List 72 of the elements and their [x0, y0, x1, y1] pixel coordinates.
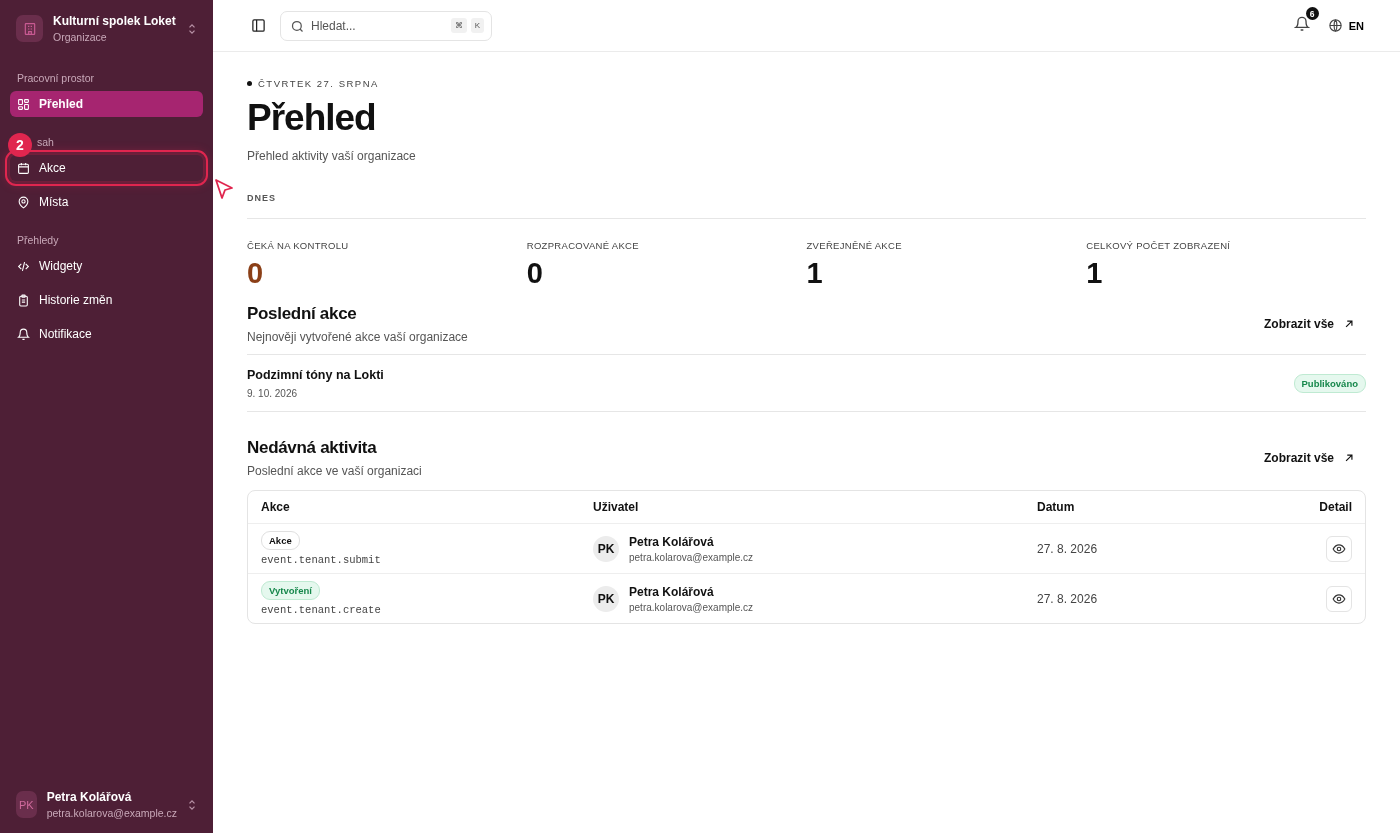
column-header: Akce	[261, 500, 291, 514]
sidebar-item[interactable]: Notifikace	[10, 321, 203, 347]
status-tag: Publikováno	[1293, 374, 1366, 393]
globe-icon	[1327, 18, 1343, 33]
stat-value: 1	[806, 257, 824, 290]
building-icon	[16, 15, 43, 42]
code-icon	[17, 259, 30, 273]
chevron-updown-icon[interactable]	[187, 797, 197, 812]
user-email: petra.kolarova@example.cz	[46, 807, 177, 819]
section-label: sah	[37, 136, 54, 148]
stat-label: CELKOVÝ POČET ZOBRAZENÍ	[1086, 240, 1232, 251]
dot-icon	[247, 81, 252, 86]
action-tag: Akce	[261, 531, 300, 550]
organization-type: Organizace	[53, 31, 108, 43]
bell-icon	[1293, 16, 1310, 32]
eye-icon	[1332, 541, 1346, 556]
section-title: Poslední akce	[247, 304, 358, 324]
view-detail-button[interactable]	[1326, 535, 1352, 562]
step-badge: 2	[8, 133, 32, 157]
bell-icon	[17, 327, 30, 341]
stat-value: 0	[526, 257, 544, 290]
stat-label: ZVEŘEJNĚNÉ AKCE	[806, 240, 903, 251]
section-subtitle: Poslední akce ve vaší organizaci	[247, 464, 422, 478]
user-name: Petra Kolářová	[629, 534, 715, 549]
user-avatar: PK	[593, 585, 619, 612]
sidebar-item[interactable]: Widgety	[10, 253, 203, 279]
section-subtitle: Nejnověji vytvořené akce vaší organizace	[247, 330, 468, 344]
clipboard-icon	[17, 293, 30, 307]
event-code: event.tenant.submit	[261, 554, 382, 566]
language-button[interactable]: EN	[1325, 16, 1366, 35]
section-label: Pracovní prostor	[16, 72, 95, 84]
column-header: Detail	[1319, 500, 1352, 514]
sidebar-item[interactable]: Historie změn	[10, 287, 203, 313]
grid-icon	[17, 97, 30, 111]
view-detail-button[interactable]	[1326, 585, 1352, 612]
action-tag: Vytvoření	[261, 581, 320, 600]
user-avatar: PK	[16, 791, 37, 818]
date-cell-text: 27. 8. 2026	[1037, 591, 1099, 606]
user-email: petra.kolarova@example.cz	[629, 551, 754, 563]
notification-count: 6	[1305, 7, 1319, 20]
event-name[interactable]: Podzimní tóny na Lokti	[247, 368, 384, 382]
stat-value: 0	[247, 257, 265, 290]
user-avatar: PK	[593, 535, 619, 562]
column-header: Uživatel	[593, 500, 640, 514]
eye-icon	[1332, 591, 1346, 606]
sidebar-item[interactable]: Místa	[10, 189, 203, 215]
sidebar-item[interactable]: Akce	[10, 155, 203, 181]
user-name: Petra Kolářová	[629, 584, 715, 599]
page-title: Přehled	[247, 97, 377, 139]
stat-label: ROZPRACOVANÉ AKCE	[526, 240, 640, 251]
section-label: Přehledy	[16, 234, 59, 246]
date-label: ČTVRTEK 27. SRPNA	[258, 78, 379, 89]
stat-label: ČEKÁ NA KONTROLU	[247, 240, 350, 251]
user-email: petra.kolarova@example.cz	[629, 601, 754, 613]
section-title: Nedávná aktivita	[247, 438, 378, 458]
sidebar-toggle-icon[interactable]	[251, 18, 266, 33]
column-header: Datum	[1037, 500, 1076, 514]
date-cell-text: 27. 8. 2026	[1037, 541, 1099, 556]
sidebar-item[interactable]: Přehled	[10, 91, 203, 117]
view-all-link[interactable]: Zobrazit vše	[1253, 447, 1366, 469]
stat-value: 1	[1086, 257, 1104, 290]
chevron-updown-icon[interactable]	[187, 21, 197, 36]
search-icon	[290, 18, 305, 34]
page-subtitle: Přehled aktivity vaší organizace	[247, 149, 417, 163]
map-pin-icon	[17, 195, 30, 209]
section-label: DNES	[247, 193, 277, 203]
calendar-icon	[17, 161, 30, 175]
event-date: 9. 10. 2026	[247, 388, 299, 399]
event-code: event.tenant.create	[261, 604, 382, 616]
user-name: Petra Kolářová	[46, 790, 133, 804]
view-all-link[interactable]: Zobrazit vše	[1253, 313, 1366, 335]
organization-name: Kulturní spolek Loket	[53, 14, 177, 28]
